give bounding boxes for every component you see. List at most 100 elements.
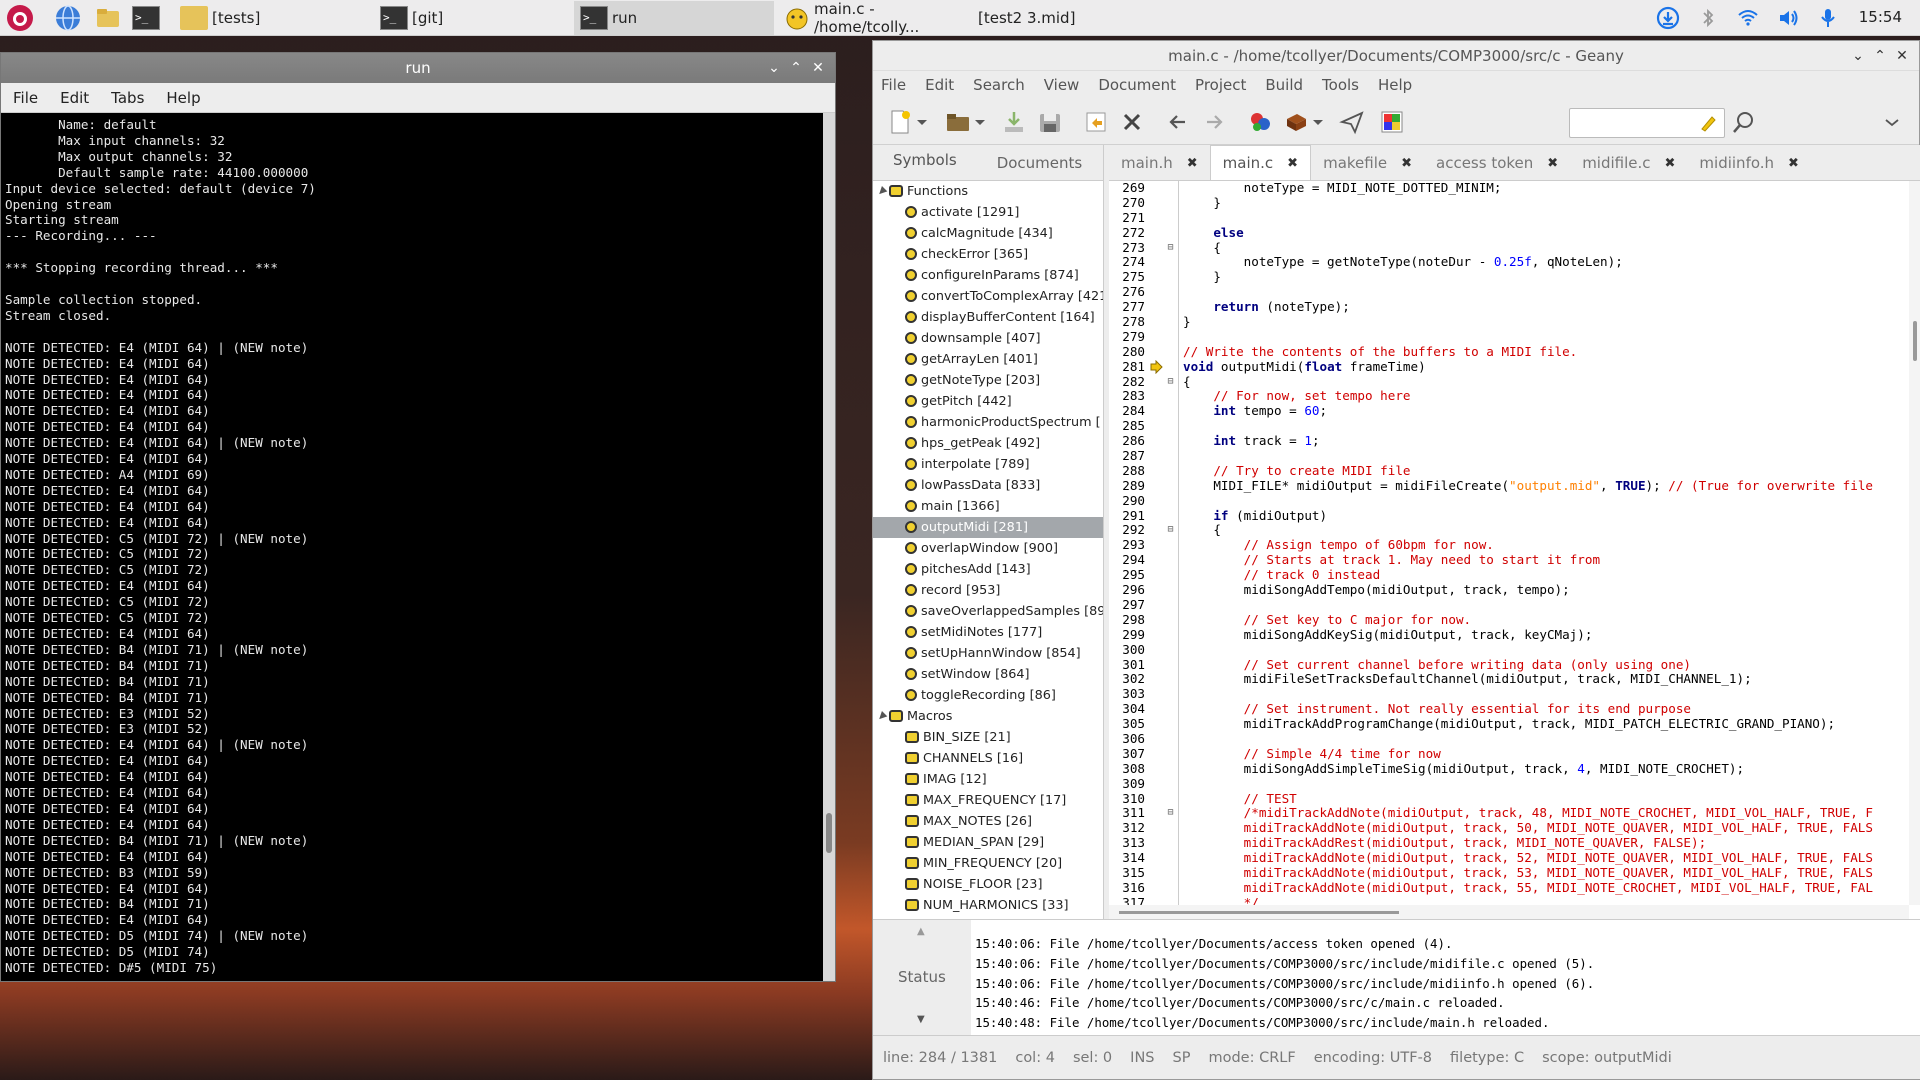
maximize-icon[interactable]: ⌃ [1869, 41, 1891, 71]
close-icon[interactable]: ✕ [807, 53, 829, 83]
tree-item[interactable]: outputMidi [281] [873, 517, 1103, 538]
search-icon[interactable] [1731, 109, 1757, 135]
tree-item[interactable]: setMidiNotes [177] [873, 622, 1103, 643]
color-chooser-icon[interactable] [1379, 109, 1405, 135]
tree-item[interactable]: getNoteType [203] [873, 370, 1103, 391]
tree-item[interactable]: configureInParams [874] [873, 265, 1103, 286]
maximize-icon[interactable]: ⌃ [785, 53, 807, 83]
clock[interactable]: 15:54 [1859, 8, 1902, 26]
tree-item[interactable]: getArrayLen [401] [873, 349, 1103, 370]
chevron-down-icon[interactable] [1311, 109, 1325, 135]
clear-icon[interactable] [1698, 113, 1718, 137]
menu-help[interactable]: Help [1378, 76, 1412, 94]
down-arrow-icon[interactable]: ▼ [917, 1014, 925, 1025]
code-view[interactable]: 269 noteType = MIDI_NOTE_DOTTED_MINIM; 27… [1109, 181, 1909, 905]
tree-item[interactable]: MAX_NOTES [26] [873, 811, 1103, 832]
volume-icon[interactable] [1776, 6, 1800, 30]
fold-margin[interactable]: ⊟ [1163, 806, 1179, 822]
tree-item[interactable]: MIN_FREQUENCY [20] [873, 853, 1103, 874]
tree-group[interactable]: ▼ Macros [873, 706, 1103, 727]
tree-item[interactable]: setUpHannWindow [854] [873, 643, 1103, 664]
back-arrow-icon[interactable] [1165, 109, 1191, 135]
tab-main-h[interactable]: main.h ✖ [1109, 154, 1210, 180]
menu-project[interactable]: Project [1195, 76, 1246, 94]
tab-documents[interactable]: Documents [977, 154, 1103, 180]
taskbar-button-geany[interactable]: main.c - /home/tcolly... [778, 0, 978, 36]
editor-vertical-scrollbar[interactable] [1909, 181, 1920, 905]
tree-item[interactable]: interpolate [789] [873, 454, 1103, 475]
tree-item[interactable]: saveOverlappedSamples [89 [873, 601, 1103, 622]
menu-search[interactable]: Search [973, 76, 1025, 94]
save-all-icon[interactable] [1037, 109, 1063, 135]
tree-group[interactable]: ▼ Functions [873, 181, 1103, 202]
taskbar-button-tests[interactable]: [tests] [174, 1, 374, 35]
minimize-icon[interactable]: ⌄ [763, 53, 785, 83]
close-icon[interactable]: ✖ [1788, 156, 1799, 171]
download-icon[interactable] [1656, 6, 1680, 30]
tree-item[interactable]: getPitch [442] [873, 391, 1103, 412]
tree-item[interactable]: checkError [365] [873, 244, 1103, 265]
revert-icon[interactable] [1083, 109, 1109, 135]
terminal-launcher-icon[interactable]: >_ [132, 4, 160, 32]
tab-midiinfo-h[interactable]: midiinfo.h ✖ [1687, 154, 1811, 180]
search-input[interactable] [1569, 108, 1725, 138]
menu-tabs[interactable]: Tabs [111, 89, 144, 107]
scrollbar-thumb[interactable] [826, 813, 832, 853]
new-file-icon[interactable] [887, 109, 913, 135]
save-icon[interactable] [1001, 109, 1027, 135]
open-file-icon[interactable] [945, 109, 971, 135]
taskbar-button-git[interactable]: >_ [git] [374, 1, 574, 35]
fold-margin[interactable]: ⊟ [1163, 374, 1179, 390]
taskbar-button-run[interactable]: >_ run [574, 1, 774, 35]
tab-access-token[interactable]: access token ✖ [1424, 154, 1570, 180]
terminal-scrollbar[interactable] [823, 113, 835, 981]
forward-arrow-icon[interactable] [1201, 109, 1227, 135]
taskbar-button-midi[interactable]: [test2 3.mid] [978, 1, 1158, 35]
wifi-icon[interactable] [1736, 6, 1760, 30]
bluetooth-icon[interactable] [1696, 6, 1720, 30]
menu-help[interactable]: Help [166, 89, 200, 107]
close-icon[interactable]: ✖ [1187, 156, 1198, 171]
tree-item[interactable]: toggleRecording [86] [873, 685, 1103, 706]
microphone-icon[interactable] [1816, 6, 1840, 30]
editor-horizontal-scrollbar[interactable] [1109, 905, 1909, 919]
menu-file[interactable]: File [881, 76, 906, 94]
tree-item[interactable]: hps_getPeak [492] [873, 433, 1103, 454]
fold-margin[interactable]: ⊟ [1163, 523, 1179, 539]
raspberry-menu-icon[interactable] [6, 4, 34, 32]
tab-makefile[interactable]: makefile ✖ [1311, 154, 1424, 180]
tree-item[interactable]: pitchesAdd [143] [873, 559, 1103, 580]
status-tab[interactable]: ▲ Status ▼ [873, 920, 969, 1038]
tree-item[interactable]: displayBufferContent [164] [873, 307, 1103, 328]
tab-symbols[interactable]: Symbols [873, 151, 977, 180]
compile-icon[interactable] [1247, 109, 1273, 135]
chevron-down-icon[interactable] [915, 109, 929, 135]
close-icon[interactable]: ✖ [1665, 156, 1676, 171]
geany-titlebar[interactable]: main.c - /home/tcollyer/Documents/COMP30… [873, 41, 1919, 71]
chevron-down-icon[interactable] [973, 109, 987, 135]
tree-item[interactable]: setWindow [864] [873, 664, 1103, 685]
fold-margin[interactable]: ⊟ [1163, 240, 1179, 256]
tree-item[interactable]: activate [1291] [873, 202, 1103, 223]
up-arrow-icon[interactable]: ▲ [917, 926, 925, 937]
menu-file[interactable]: File [13, 89, 38, 107]
tree-item[interactable]: calcMagnitude [434] [873, 223, 1103, 244]
tree-item[interactable]: record [953] [873, 580, 1103, 601]
build-icon[interactable] [1283, 109, 1309, 135]
terminal-output[interactable]: Name: default Max input channels: 32 Max… [1, 113, 823, 981]
menu-build[interactable]: Build [1265, 76, 1303, 94]
tree-item[interactable]: MAX_FREQUENCY [17] [873, 790, 1103, 811]
tree-item[interactable]: downsample [407] [873, 328, 1103, 349]
tree-item[interactable]: harmonicProductSpectrum [ [873, 412, 1103, 433]
tree-item[interactable]: overlapWindow [900] [873, 538, 1103, 559]
tree-item[interactable]: BIN_SIZE [21] [873, 727, 1103, 748]
tab-main-c[interactable]: main.c ✖ [1209, 145, 1312, 180]
menu-tools[interactable]: Tools [1322, 76, 1359, 94]
tree-item[interactable]: main [1366] [873, 496, 1103, 517]
close-icon[interactable]: ✖ [1547, 156, 1558, 171]
menu-edit[interactable]: Edit [60, 89, 89, 107]
file-manager-icon[interactable] [94, 4, 122, 32]
tab-midifile-c[interactable]: midifile.c ✖ [1570, 154, 1687, 180]
minimize-icon[interactable]: ⌄ [1847, 41, 1869, 71]
scrollbar-thumb[interactable] [1119, 911, 1399, 914]
